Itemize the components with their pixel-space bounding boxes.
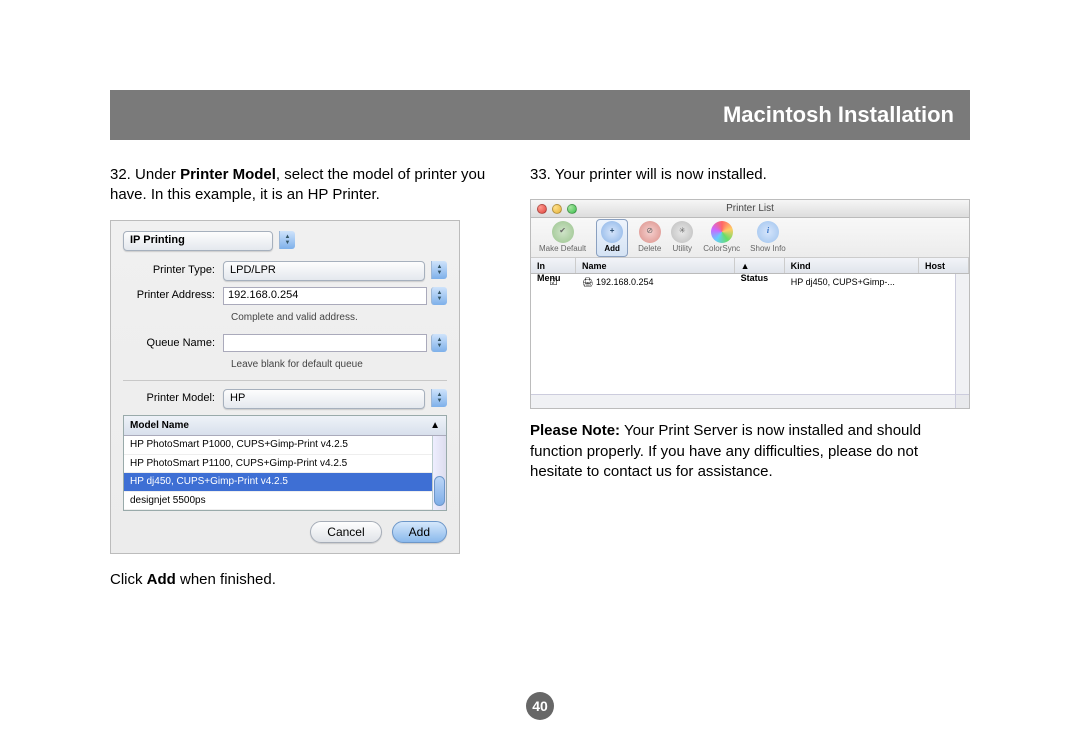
resize-grip-icon[interactable] (955, 394, 969, 408)
chevron-updown-icon (279, 231, 295, 249)
toolbar: ✔ Make Default + Add ⊘ Delete ✳ Utility (531, 218, 969, 258)
printer-row[interactable]: ☑ 🖨 192.168.0.254 HP dj450, CUPS+Gimp-..… (531, 274, 969, 290)
model-name-list[interactable]: Model Name ▲ HP PhotoSmart P1000, CUPS+G… (123, 415, 447, 512)
stepper-icon[interactable] (431, 334, 447, 352)
click-add-text: Click Add when finished. (110, 570, 500, 590)
col-in-menu[interactable]: In Menu (531, 258, 576, 273)
step-32-text: 32. Under Printer Model, select the mode… (110, 165, 500, 206)
toolbar-add-button[interactable]: + Add (596, 219, 628, 257)
model-row[interactable]: designjet 5500ps (124, 492, 446, 511)
col-status[interactable]: ▲ Status (735, 258, 785, 273)
scroll-thumb[interactable] (434, 476, 445, 506)
window-titlebar[interactable]: Printer List (531, 200, 969, 218)
cancel-button[interactable]: Cancel (310, 521, 381, 543)
printer-kind-cell: HP dj450, CUPS+Gimp-... (785, 276, 919, 288)
queue-hint: Leave blank for default queue (231, 358, 447, 372)
col-host[interactable]: Host (919, 258, 969, 273)
in-menu-checkbox[interactable]: ☑ (531, 276, 576, 288)
model-row[interactable]: HP PhotoSmart P1100, CUPS+Gimp-Print v4.… (124, 455, 446, 474)
step-32-num: 32. (110, 166, 131, 183)
info-icon: i (757, 221, 779, 243)
delete-icon: ⊘ (639, 221, 661, 243)
colorsync-icon (711, 221, 733, 243)
header-title: Macintosh Installation (723, 102, 954, 128)
gear-icon: ✳ (671, 221, 693, 243)
right-column: 33. Your printer will is now installed. … (530, 165, 970, 590)
colorsync-button[interactable]: ColorSync (703, 221, 740, 255)
checkmark-icon: ✔ (552, 221, 574, 243)
printer-list-window: Printer List ✔ Make Default + Add ⊘ Dele… (530, 199, 970, 409)
utility-button[interactable]: ✳ Utility (671, 221, 693, 255)
left-column: 32. Under Printer Model, select the mode… (110, 165, 500, 590)
mode-select-value: IP Printing (123, 231, 273, 251)
queue-name-label: Queue Name: (123, 336, 223, 351)
page-number: 40 (0, 692, 1080, 720)
printer-type-value: LPD/LPR (223, 261, 425, 281)
address-hint: Complete and valid address. (231, 311, 447, 325)
printer-type-select[interactable]: LPD/LPR (223, 261, 447, 281)
printer-name-cell: 🖨 192.168.0.254 (576, 276, 735, 288)
model-list-header: Model Name ▲ (124, 416, 446, 437)
chevron-updown-icon (431, 389, 447, 407)
col-name[interactable]: Name (576, 258, 735, 273)
page-header: Macintosh Installation (110, 90, 970, 140)
scrollbar-horizontal[interactable] (531, 394, 955, 408)
model-row[interactable]: HP PhotoSmart P1000, CUPS+Gimp-Print v4.… (124, 436, 446, 455)
stepper-icon[interactable] (431, 287, 447, 305)
printer-model-label: Printer Model: (123, 391, 223, 406)
mode-select[interactable]: IP Printing (123, 231, 447, 251)
printer-model-value: HP (223, 389, 425, 409)
window-title: Printer List (531, 202, 969, 216)
printer-model-select[interactable]: HP (223, 389, 447, 409)
column-headers: In Menu Name ▲ Status Kind Host (531, 258, 969, 274)
make-default-button[interactable]: ✔ Make Default (539, 221, 586, 255)
step-33-text: 33. Your printer will is now installed. (530, 165, 970, 185)
please-note-text: Please Note: Your Print Server is now in… (530, 421, 970, 482)
printer-type-label: Printer Type: (123, 263, 223, 278)
ip-printing-dialog: IP Printing Printer Type: LPD/LPR Printe… (110, 220, 460, 555)
queue-name-input[interactable] (223, 334, 427, 352)
printer-status-cell (735, 276, 785, 288)
divider (123, 380, 447, 381)
step-33-num: 33. (530, 166, 551, 183)
show-info-button[interactable]: i Show Info (750, 221, 786, 255)
scrollbar-vertical[interactable] (432, 436, 446, 511)
add-button[interactable]: Add (392, 521, 447, 543)
col-kind[interactable]: Kind (785, 258, 919, 273)
model-row-selected[interactable]: HP dj450, CUPS+Gimp-Print v4.2.5 (124, 473, 446, 492)
plus-icon: + (601, 221, 623, 243)
delete-button[interactable]: ⊘ Delete (638, 221, 661, 255)
printer-address-label: Printer Address: (123, 288, 223, 303)
printer-address-input[interactable]: 192.168.0.254 (223, 287, 427, 305)
scrollbar-vertical[interactable] (955, 274, 969, 394)
sort-indicator-icon: ▲ (430, 419, 440, 433)
chevron-updown-icon (431, 261, 447, 279)
